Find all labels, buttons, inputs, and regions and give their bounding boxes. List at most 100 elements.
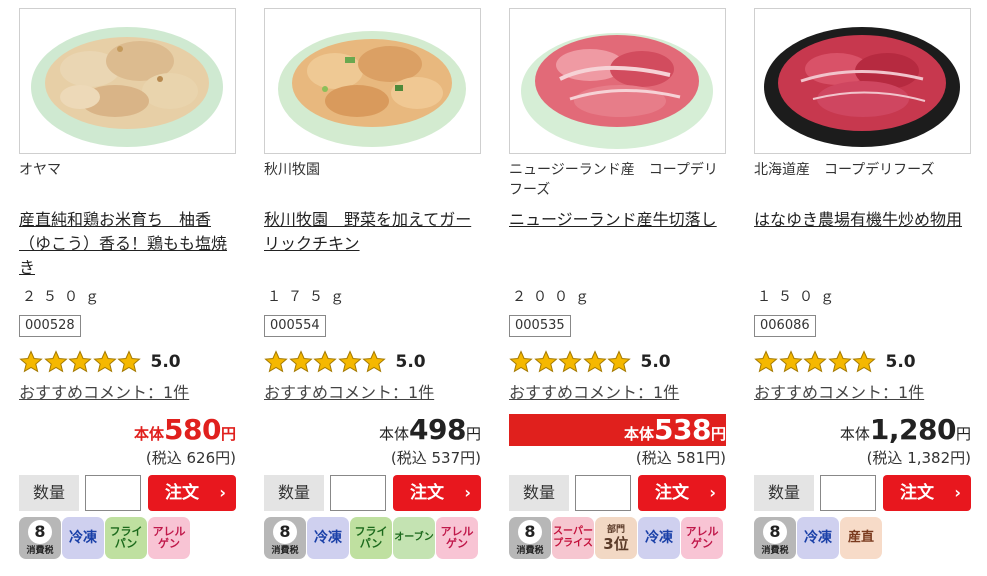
order-row: 数量 注文 › [19, 475, 236, 511]
star-icon [68, 350, 92, 373]
product-image[interactable] [754, 8, 971, 154]
frying-pan-badge: フライ パン [105, 517, 147, 559]
frying-pan-badge: フライ パン [350, 517, 392, 559]
star-icon [43, 350, 68, 373]
star-icon [803, 350, 827, 373]
product-name-link[interactable]: 秋川牧園 野菜を加えてガーリックチキン [264, 208, 484, 256]
order-button[interactable]: 注文 › [148, 475, 236, 511]
order-button-label: 注文 [165, 483, 199, 503]
chevron-right-icon: › [464, 483, 471, 502]
recommend-comment-link[interactable]: おすすめコメント：1件 [509, 382, 679, 404]
order-button-label: 注文 [900, 483, 934, 503]
price-box: 本体1,280円 [754, 414, 971, 446]
badge-list: 8 消費税 冷凍 産直 [754, 517, 883, 559]
price-label: 本体 [624, 425, 655, 443]
allergen-badge: アレル ゲン [436, 517, 478, 559]
order-button-label: 注文 [655, 483, 689, 503]
tax-rate-badge: 8 消費税 [264, 517, 306, 559]
product-code: 006086 [754, 315, 816, 337]
price-unit: 円 [465, 425, 481, 443]
price-amount: 538 [654, 413, 711, 446]
star-icon [19, 350, 43, 373]
product-weight: ２５０ｇ [22, 289, 106, 305]
rating-score: 5.0 [395, 352, 426, 372]
rating-score: 5.0 [885, 352, 916, 372]
product-card: オヤマ 産直純和鶏お米育ち 柚香（ゆこう）香る！鶏もも塩焼き ２５０ｇ 0005… [19, 0, 239, 576]
order-row: 数量 注文 › [264, 475, 481, 511]
star-icon [533, 350, 558, 373]
maker-name: ニュージーランド産 コープデリフーズ [509, 162, 718, 198]
price-box: 本体580円 [19, 414, 236, 446]
price-label: 本体 [379, 425, 410, 443]
star-rating: 5.0 [19, 349, 181, 375]
quantity-label: 数量 [19, 475, 79, 511]
price-amount: 1,280 [869, 413, 957, 446]
star-rating: 5.0 [509, 349, 671, 375]
star-icon [582, 350, 607, 373]
product-image[interactable] [19, 8, 236, 154]
category-rank-badge: 部門 3位 [595, 517, 637, 559]
star-icon [827, 350, 852, 373]
price-amount: 498 [409, 413, 466, 446]
price-box: 本体538円 [509, 414, 726, 446]
product-code: 000535 [509, 315, 571, 337]
price-label: 本体 [134, 425, 165, 443]
price-box: 本体498円 [264, 414, 481, 446]
allergen-badge: アレル ゲン [148, 517, 190, 559]
star-icon [288, 350, 313, 373]
badge-list: 8 消費税 スーパー プライス 部門 3位 冷凍 アレル ゲン [509, 517, 724, 559]
star-icon [754, 350, 778, 373]
tax-rate-badge: 8 消費税 [509, 517, 551, 559]
badge-list: 8 消費税 冷凍 フライ パン オーブン アレル ゲン [264, 517, 479, 559]
frozen-badge: 冷凍 [307, 517, 349, 559]
recommend-comment-link[interactable]: おすすめコメント：1件 [19, 382, 189, 404]
product-code: 000554 [264, 315, 326, 337]
oven-badge: オーブン [393, 517, 435, 559]
star-icon [852, 350, 876, 373]
tax-rate-badge: 8 消費税 [19, 517, 61, 559]
star-icon [778, 350, 803, 373]
price-unit: 円 [220, 425, 236, 443]
star-icon [558, 350, 582, 373]
rating-score: 5.0 [640, 352, 671, 372]
price-unit: 円 [955, 425, 971, 443]
product-weight: １７５ｇ [267, 289, 351, 305]
order-row: 数量 注文 › [509, 475, 726, 511]
order-button[interactable]: 注文 › [393, 475, 481, 511]
rating-score: 5.0 [150, 352, 181, 372]
recommend-comment-link[interactable]: おすすめコメント：1件 [754, 382, 924, 404]
quantity-input[interactable] [575, 475, 631, 511]
recommend-comment-link[interactable]: おすすめコメント：1件 [264, 382, 434, 404]
tax-included-price: (税込 537円) [390, 449, 481, 467]
order-button[interactable]: 注文 › [883, 475, 971, 511]
product-card: 北海道産 コープデリフーズ はなゆき農場有機牛炒め物用 １５０ｇ 006086 … [754, 0, 974, 576]
chevron-right-icon: › [219, 483, 226, 502]
star-icon [264, 350, 288, 373]
quantity-input[interactable] [820, 475, 876, 511]
order-button[interactable]: 注文 › [638, 475, 726, 511]
star-icon [607, 350, 631, 373]
product-weight: ２００ｇ [512, 289, 596, 305]
product-name-link[interactable]: はなゆき農場有機牛炒め物用 [754, 208, 974, 232]
product-name-link[interactable]: 産直純和鶏お米育ち 柚香（ゆこう）香る！鶏もも塩焼き [19, 208, 239, 280]
product-code: 000528 [19, 315, 81, 337]
star-icon [362, 350, 386, 373]
frozen-badge: 冷凍 [62, 517, 104, 559]
product-name-link[interactable]: ニュージーランド産牛切落し [509, 208, 729, 232]
order-button-label: 注文 [410, 483, 444, 503]
maker-name: オヤマ [19, 162, 61, 178]
star-icon [117, 350, 141, 373]
price-unit: 円 [710, 425, 726, 443]
product-image[interactable] [264, 8, 481, 154]
product-image[interactable] [509, 8, 726, 154]
product-weight: １５０ｇ [757, 289, 841, 305]
quantity-input[interactable] [330, 475, 386, 511]
badge-list: 8 消費税 冷凍 フライ パン アレル ゲン [19, 517, 191, 559]
chevron-right-icon: › [709, 483, 716, 502]
quantity-input[interactable] [85, 475, 141, 511]
price-amount: 580 [164, 413, 221, 446]
tax-included-price: (税込 626円) [145, 449, 236, 467]
super-price-badge: スーパー プライス [552, 517, 594, 559]
allergen-badge: アレル ゲン [681, 517, 723, 559]
maker-name: 秋川牧園 [264, 162, 320, 178]
